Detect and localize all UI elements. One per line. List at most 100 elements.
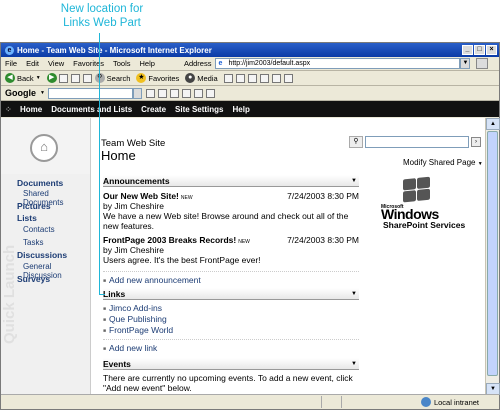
home-icon-box: ⌂: [1, 118, 91, 174]
search-go-icon[interactable]: ›: [471, 137, 481, 147]
nav-create[interactable]: Create: [141, 105, 166, 114]
announcement-title[interactable]: Our New Web Site!: [103, 191, 179, 201]
bullet-icon: ■: [103, 305, 107, 312]
scroll-thumb[interactable]: [487, 131, 498, 376]
ql-contacts[interactable]: Contacts: [23, 225, 55, 234]
google-pagerank-icon[interactable]: [205, 88, 215, 98]
status-cell: [321, 396, 341, 408]
callout-line: [99, 33, 100, 295]
google-site-icon[interactable]: [157, 88, 167, 98]
ql-lists[interactable]: Lists: [17, 213, 37, 223]
webpart-menu-icon[interactable]: ▼: [351, 291, 357, 297]
media-button[interactable]: ● Media: [185, 73, 218, 83]
events-message: There are currently no upcoming events. …: [103, 373, 353, 383]
callout-area: New location for Links Web Part: [0, 0, 500, 42]
google-toolbar: Google ▼: [1, 86, 499, 101]
events-title: Events: [103, 358, 131, 369]
page-title: Home: [101, 148, 136, 163]
ql-documents[interactable]: Documents: [17, 178, 63, 188]
chevron-down-icon: ▼: [477, 161, 483, 167]
scroll-up-icon[interactable]: ▲: [486, 118, 500, 130]
announcement-body-cont: new features.: [103, 221, 155, 231]
nav-help[interactable]: Help: [233, 105, 250, 114]
add-link-link[interactable]: ■ Add new link: [103, 343, 359, 353]
search-icon: ⚲: [349, 136, 363, 148]
edit-icon[interactable]: [259, 73, 269, 83]
menu-file[interactable]: File: [5, 59, 17, 68]
ql-surveys[interactable]: Surveys: [17, 274, 50, 284]
history-icon[interactable]: [223, 73, 233, 83]
back-dropdown-icon: ▼: [35, 75, 41, 81]
divider: [103, 339, 359, 340]
add-announcement-link[interactable]: ■ Add new announcement: [103, 275, 359, 285]
announcement-body: We have a new Web site! Browse around an…: [103, 211, 349, 221]
announcements-webpart: Announcements ▼ Our New Web Site! NEW 7/2…: [103, 175, 359, 285]
google-options-icon[interactable]: [193, 88, 203, 98]
mail-icon[interactable]: [235, 73, 245, 83]
google-info-icon[interactable]: [169, 88, 179, 98]
list-item[interactable]: ■ Jimco Add-ins: [103, 303, 359, 313]
status-bar: Local intranet: [1, 394, 499, 409]
back-button[interactable]: ◀ Back ▼: [5, 73, 41, 83]
menu-view[interactable]: View: [48, 59, 64, 68]
modify-shared-page-menu[interactable]: Modify Shared Page ▼: [403, 158, 483, 167]
go-button[interactable]: [476, 58, 489, 69]
star-icon: ★: [136, 73, 147, 83]
new-badge: NEW: [238, 239, 250, 245]
search-button[interactable]: ⚲ Search: [94, 73, 130, 83]
maximize-button[interactable]: □: [474, 45, 485, 55]
nav-documents-and-lists[interactable]: Documents and Lists: [51, 105, 132, 114]
address-input[interactable]: http://jim2003/default.aspx: [215, 58, 461, 69]
announcement-author: by Jim Cheshire: [103, 245, 164, 255]
back-label: Back: [17, 73, 34, 83]
google-menu-icon[interactable]: ▼: [40, 90, 45, 96]
modify-label: Modify Shared Page: [403, 158, 476, 167]
announcement-title[interactable]: FrontPage 2003 Breaks Records!: [103, 235, 236, 245]
callout-text: New location for Links Web Part: [60, 3, 144, 29]
webpart-menu-icon[interactable]: ▼: [351, 361, 357, 367]
events-header: Events ▼: [103, 358, 359, 370]
ie-icon: e: [5, 45, 14, 55]
google-highlight-icon[interactable]: [181, 88, 191, 98]
discuss-icon[interactable]: [271, 73, 281, 83]
google-search-input[interactable]: [47, 87, 133, 99]
ql-pictures[interactable]: Pictures: [17, 201, 51, 211]
page-content: ⌂ Team Web Site Home ⚲ › Modify Shared P…: [1, 118, 485, 395]
stop-icon[interactable]: [58, 73, 68, 83]
site-search: ⚲ ›: [349, 136, 481, 148]
close-button[interactable]: ×: [486, 45, 497, 55]
messenger-icon[interactable]: [283, 73, 293, 83]
list-item[interactable]: ■ FrontPage World: [103, 325, 359, 335]
sharepoint-top-nav: ⁘ Home Documents and Lists Create Site S…: [1, 101, 499, 117]
menu-edit[interactable]: Edit: [26, 59, 39, 68]
ql-tasks[interactable]: Tasks: [23, 238, 43, 247]
back-arrow-icon: ◀: [5, 73, 15, 83]
site-search-input[interactable]: [365, 136, 469, 148]
minimize-button[interactable]: _: [462, 45, 473, 55]
google-dropdown-icon[interactable]: [132, 87, 142, 99]
address-dropdown-icon[interactable]: ▼: [460, 58, 471, 69]
ql-discussions[interactable]: Discussions: [17, 250, 67, 260]
menu-help[interactable]: Help: [140, 59, 155, 68]
favorites-button[interactable]: ★ Favorites: [136, 73, 179, 83]
refresh-icon[interactable]: [70, 73, 80, 83]
print-icon[interactable]: [247, 73, 257, 83]
webpart-menu-icon[interactable]: ▼: [351, 178, 357, 184]
media-icon: ●: [185, 73, 196, 83]
list-item: FrontPage 2003 Breaks Records! NEW 7/24/2…: [103, 235, 359, 265]
menu-bar: File Edit View Favorites Tools Help Addr…: [1, 57, 499, 71]
window-title: Home - Team Web Site - Microsoft Interne…: [17, 45, 212, 55]
sharepoint-grid-icon: ⁘: [5, 104, 12, 114]
announcement-date: 7/24/2003 8:30 PM: [287, 235, 359, 245]
nav-site-settings[interactable]: Site Settings: [175, 105, 223, 114]
nav-home[interactable]: Home: [20, 105, 42, 114]
menu-tools[interactable]: Tools: [113, 59, 131, 68]
bullet-icon: ■: [103, 277, 107, 284]
google-search-icon[interactable]: [145, 88, 155, 98]
vertical-scrollbar[interactable]: ▲ ▼: [485, 118, 500, 395]
list-item[interactable]: ■ Que Publishing: [103, 314, 359, 324]
forward-arrow-icon[interactable]: ▶: [46, 73, 57, 83]
house-icon: ⌂: [30, 134, 58, 162]
announcements-header: Announcements ▼: [103, 175, 359, 187]
home-page-icon[interactable]: [82, 73, 92, 83]
